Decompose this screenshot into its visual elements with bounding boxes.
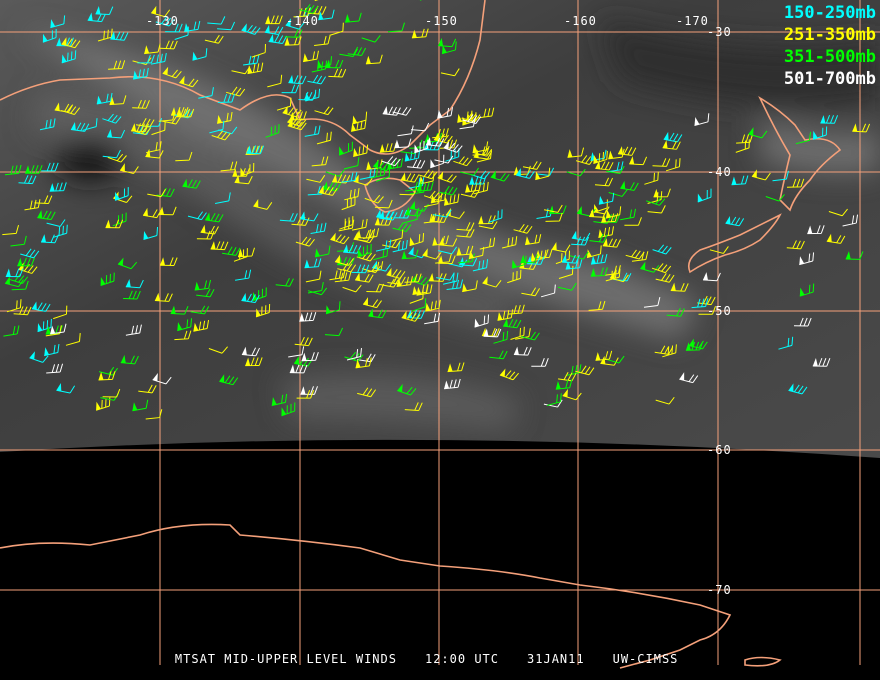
legend-entry: 351-500mb [783,47,876,67]
footer-caption: MTSAT MID-UPPER LEVEL WINDS 12:00 UTC 31JA… [142,638,706,680]
legend-entry: 251-350mb [783,25,876,45]
longitude-label: -160 [564,14,597,28]
latitude-label: -70 [707,583,732,597]
product-title: MTSAT MID-UPPER LEVEL WINDS [174,652,397,666]
longitude-label: -150 [425,14,458,28]
legend-entry: 501-700mb [783,69,876,89]
map-canvas [0,0,880,680]
date-label: 31JAN11 [527,652,585,666]
source-label: UW-CIMSS [612,652,679,666]
latitude-label: -30 [707,25,732,39]
longitude-label: -140 [286,14,319,28]
longitude-label: -130 [146,14,179,28]
latitude-label: -60 [707,443,732,457]
legend-entry: 150-250mb [783,3,876,23]
latitude-label: -50 [707,304,732,318]
time-label: 12:00 UTC [424,652,500,666]
longitude-label: -170 [676,14,709,28]
satellite-wind-map: -130 -140 -150 -160 -170 -30 -40 -50 -60 -70 150… [0,0,880,680]
latitude-label: -40 [707,165,732,179]
